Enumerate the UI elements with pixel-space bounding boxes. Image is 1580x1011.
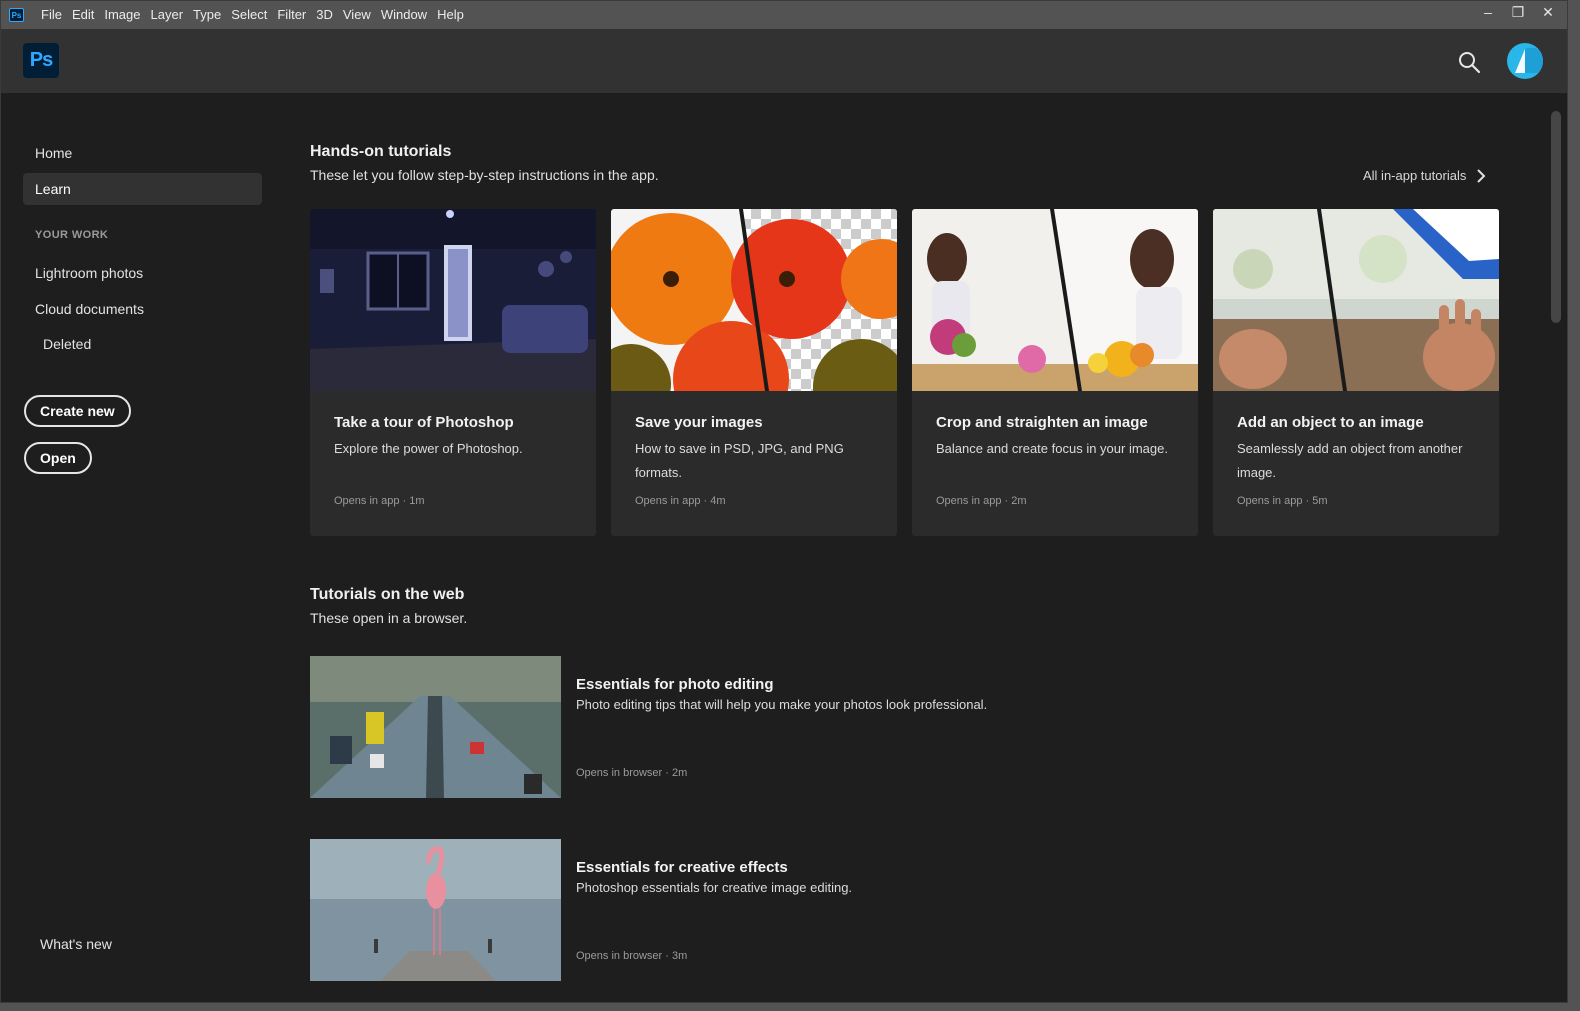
tutorial-title: Take a tour of Photoshop xyxy=(334,414,514,431)
menu-bar: Ps File Edit Image Layer Type Select Fil… xyxy=(1,1,1567,29)
whats-new-link[interactable]: What's new xyxy=(28,928,267,960)
tutorial-card-tour[interactable]: Take a tour of Photoshop Explore the pow… xyxy=(310,209,596,536)
learn-content: Hands-on tutorials These let you follow … xyxy=(285,93,1547,1002)
sidebar-item-home[interactable]: Home xyxy=(23,137,262,169)
create-new-button[interactable]: Create new xyxy=(24,395,131,427)
menu-help[interactable]: Help xyxy=(432,1,469,29)
open-button[interactable]: Open xyxy=(24,442,92,474)
minimize-button[interactable]: – xyxy=(1473,1,1503,23)
menu-image[interactable]: Image xyxy=(99,1,145,29)
search-icon[interactable] xyxy=(1457,50,1481,74)
web-tutorial-description: Photoshop essentials for creative image … xyxy=(576,880,853,895)
hands-on-heading: Hands-on tutorials xyxy=(310,143,452,160)
sidebar-item-lightroom[interactable]: Lightroom photos xyxy=(23,257,262,289)
web-thumbnail-highway xyxy=(310,656,561,798)
tutorial-thumbnail-bedroom xyxy=(310,209,596,391)
menu-window[interactable]: Window xyxy=(376,1,432,29)
sidebar-item-learn[interactable]: Learn xyxy=(23,173,262,205)
tutorial-card-crop[interactable]: Crop and straighten an image Balance and… xyxy=(912,209,1198,536)
window-controls: – ❐ ✕ xyxy=(1473,1,1563,23)
sidebar-item-deleted[interactable]: Deleted xyxy=(31,328,270,360)
tutorial-meta: Opens in app · 2m xyxy=(936,495,1027,507)
web-tutorials-heading: Tutorials on the web xyxy=(310,586,465,603)
photoshop-window: Ps File Edit Image Layer Type Select Fil… xyxy=(0,0,1568,1003)
tutorial-description: Balance and create focus in your image. xyxy=(936,441,1168,456)
your-work-heading: YOUR WORK xyxy=(35,229,109,241)
avatar[interactable] xyxy=(1507,43,1543,79)
web-thumbnail-flamingo xyxy=(310,839,561,981)
web-tutorial-photo-editing[interactable]: Essentials for photo editing Photo editi… xyxy=(310,656,1310,798)
tutorial-meta: Opens in app · 1m xyxy=(334,495,425,507)
web-tutorial-meta: Opens in browser · 3m xyxy=(576,950,688,962)
menu-edit[interactable]: Edit xyxy=(67,1,99,29)
menu-3d[interactable]: 3D xyxy=(311,1,338,29)
tutorial-title: Crop and straighten an image xyxy=(936,414,1148,431)
all-in-app-tutorials-label: All in-app tutorials xyxy=(1363,168,1467,183)
photoshop-logo: Ps xyxy=(23,43,59,78)
web-tutorial-meta: Opens in browser · 2m xyxy=(576,767,688,779)
web-tutorial-title: Essentials for photo editing xyxy=(576,676,774,693)
tutorial-title: Save your images xyxy=(635,414,763,431)
tutorial-thumbnail-umbrellas xyxy=(611,209,897,391)
menu-type[interactable]: Type xyxy=(188,1,226,29)
close-button[interactable]: ✕ xyxy=(1533,1,1563,23)
tutorial-title: Add an object to an image xyxy=(1237,414,1424,431)
tutorial-card-save[interactable]: Save your images How to save in PSD, JPG… xyxy=(611,209,897,536)
tutorial-description: Seamlessly add an object from another im… xyxy=(1237,441,1463,480)
sidebar: Home Learn YOUR WORK Lightroom photos Cl… xyxy=(1,93,285,1002)
web-tutorial-creative-effects[interactable]: Essentials for creative effects Photosho… xyxy=(310,839,1310,981)
tutorial-description: How to save in PSD, JPG, and PNG formats… xyxy=(635,441,844,480)
tutorial-description: Explore the power of Photoshop. xyxy=(334,441,523,456)
web-tutorial-description: Photo editing tips that will help you ma… xyxy=(576,697,988,712)
scrollbar-thumb[interactable] xyxy=(1551,111,1561,323)
menu-layer[interactable]: Layer xyxy=(146,1,189,29)
web-tutorial-title: Essentials for creative effects xyxy=(576,859,788,876)
chevron-right-icon xyxy=(1477,168,1486,183)
menu-filter[interactable]: Filter xyxy=(272,1,311,29)
all-in-app-tutorials-link[interactable]: All in-app tutorials xyxy=(1363,168,1486,183)
web-tutorials-subtitle: These open in a browser. xyxy=(310,610,468,626)
menu-select[interactable]: Select xyxy=(226,1,272,29)
maximize-button[interactable]: ❐ xyxy=(1503,1,1533,23)
menu-file[interactable]: File xyxy=(36,1,67,29)
tutorial-thumbnail-florist xyxy=(912,209,1198,391)
app-icon: Ps xyxy=(9,8,24,22)
vertical-scrollbar[interactable] xyxy=(1547,93,1567,1002)
sidebar-item-cloud-documents[interactable]: Cloud documents xyxy=(23,293,262,325)
menu-view[interactable]: View xyxy=(338,1,376,29)
hands-on-subtitle: These let you follow step-by-step instru… xyxy=(310,167,659,183)
tutorial-thumbnail-hands xyxy=(1213,209,1499,391)
tutorial-meta: Opens in app · 5m xyxy=(1237,495,1328,507)
tutorial-meta: Opens in app · 4m xyxy=(635,495,726,507)
tutorial-card-add-object[interactable]: Add an object to an image Seamlessly add… xyxy=(1213,209,1499,536)
app-header: Ps xyxy=(1,29,1567,93)
